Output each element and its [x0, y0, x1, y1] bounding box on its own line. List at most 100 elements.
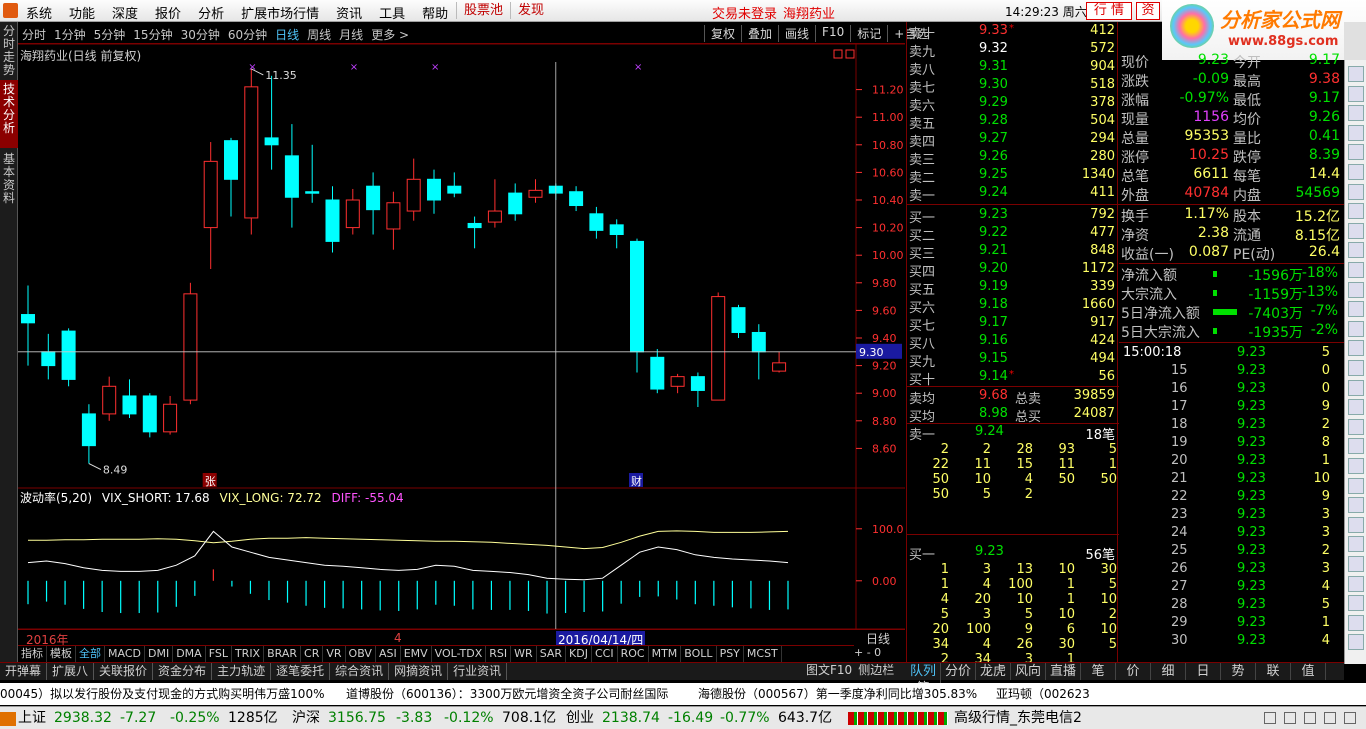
function-tab[interactable]: 网摘资讯 [389, 663, 449, 680]
event-mark-icon[interactable]: × [431, 62, 439, 73]
period-item[interactable]: 更多 > [371, 26, 409, 43]
chart-tool-button[interactable]: 复权 [704, 25, 741, 42]
panel-tab[interactable]: 值 [1291, 663, 1326, 680]
menu-item[interactable]: 扩展市场行情 [241, 3, 319, 22]
window-icon-3[interactable] [1304, 712, 1316, 724]
book-row[interactable]: 买四 9.20 1172 [907, 261, 1119, 280]
period-item[interactable]: 日线 [275, 26, 299, 43]
candle-body[interactable] [751, 331, 766, 353]
panel-tab[interactable]: 分价 [941, 663, 976, 680]
candle-body[interactable] [264, 137, 279, 146]
menu-item[interactable]: 深度 [112, 3, 138, 22]
book-row[interactable]: 卖十 9.33 * 412 [907, 23, 1119, 42]
tool-icon[interactable] [1348, 497, 1364, 514]
red-menu-item[interactable]: 发现 [510, 2, 551, 19]
candle-body[interactable] [142, 395, 157, 433]
candle-body[interactable] [163, 403, 178, 433]
period-item[interactable]: 分时 [22, 26, 46, 43]
candle-body[interactable] [650, 356, 665, 390]
chart-tool-button[interactable]: F10 [815, 25, 850, 42]
chart-option-icon[interactable] [833, 49, 843, 59]
tool-icon[interactable] [1348, 222, 1364, 239]
left-tab[interactable]: 技术分析 [0, 80, 18, 148]
book-row[interactable]: 卖一 9.24 411 [907, 185, 1119, 204]
menu-item[interactable]: 功能 [69, 3, 95, 22]
tool-icon[interactable] [1348, 556, 1364, 572]
candle-body[interactable] [183, 293, 198, 401]
menu-item[interactable]: 系统 [26, 3, 52, 22]
tool-icon[interactable] [1348, 438, 1364, 455]
tool-icon[interactable] [1348, 399, 1364, 416]
tool-icon[interactable] [1348, 458, 1364, 474]
period-item[interactable]: 周线 [307, 26, 331, 43]
candle-body[interactable] [609, 224, 624, 235]
info-button[interactable]: 资 [1136, 2, 1160, 20]
tool-icon[interactable] [1348, 575, 1364, 592]
red-menu-item[interactable]: 股票池 [456, 2, 510, 19]
book-row[interactable]: 买五 9.19 339 [907, 279, 1119, 298]
indicator-tab[interactable]: 指标 [18, 646, 47, 662]
period-item[interactable]: 60分钟 [228, 26, 267, 43]
indicator-tab[interactable]: ROC [618, 646, 649, 662]
indicator-tab[interactable]: KDJ [566, 646, 592, 662]
tool-icon[interactable] [1348, 281, 1364, 298]
tool-icon[interactable] [1348, 379, 1364, 396]
candle-body[interactable] [325, 199, 340, 242]
candle-body[interactable] [284, 155, 299, 198]
tool-icon[interactable] [1348, 634, 1364, 651]
indicator-tab[interactable]: MTM [649, 646, 682, 662]
tool-icon[interactable] [1348, 340, 1364, 357]
indicator-tab[interactable]: VOL-TDX [432, 646, 487, 662]
indicator-tab[interactable]: OBV [346, 646, 376, 662]
panel-tab[interactable]: 势 [1221, 663, 1256, 680]
function-tab[interactable]: 逐笔委托 [271, 663, 331, 680]
candle-body[interactable] [345, 199, 360, 229]
indicator-tab[interactable]: WR [511, 646, 537, 662]
function-tab[interactable]: 主力轨迹 [212, 663, 272, 680]
book-row[interactable]: 买八 9.16 424 [907, 333, 1119, 352]
tool-icon[interactable] [1348, 164, 1364, 180]
candle-body[interactable] [508, 192, 523, 215]
candle-body[interactable] [203, 160, 218, 229]
panel-tab[interactable]: 直播 [1046, 663, 1081, 680]
indicator-tab[interactable]: DMA [173, 646, 206, 662]
book-row[interactable]: 买二 9.22 477 [907, 225, 1119, 244]
book-row[interactable]: 卖六 9.29 378 [907, 95, 1119, 114]
tool-icon[interactable] [1348, 516, 1364, 533]
candle-body[interactable] [21, 314, 35, 324]
indicator-tab[interactable]: CCI [592, 646, 618, 662]
indicator-tab[interactable]: MACD [105, 646, 145, 662]
indicator-tab[interactable]: BRAR [264, 646, 302, 662]
candle-body[interactable] [366, 185, 381, 211]
candle-body[interactable] [528, 189, 543, 198]
left-tab[interactable]: 分时走势 [0, 22, 18, 78]
event-marker[interactable]: 张 [205, 475, 216, 488]
tool-icon[interactable] [1348, 614, 1364, 631]
tool-icon[interactable] [1348, 183, 1364, 200]
candle-body[interactable] [731, 307, 746, 333]
login-status[interactable]: 交易未登录 [712, 3, 777, 22]
indicator-tab[interactable]: DMI [145, 646, 174, 662]
scrollbar[interactable] [1344, 22, 1366, 60]
tool-icon[interactable] [1348, 105, 1364, 122]
panel-tab[interactable]: 价 [1116, 663, 1151, 680]
candle-body[interactable] [467, 222, 482, 229]
tool-icon[interactable] [1348, 203, 1364, 220]
candle-body[interactable] [772, 362, 787, 372]
period-item[interactable]: 月线 [339, 26, 363, 43]
panel-tab[interactable]: 风向 [1011, 663, 1046, 680]
candle-body[interactable] [41, 351, 56, 367]
book-row[interactable]: 卖三 9.26 280 [907, 149, 1119, 168]
tool-icon[interactable] [1348, 320, 1364, 337]
book-row[interactable]: 卖四 9.27 294 [907, 131, 1119, 150]
indicator-tab[interactable]: TRIX [232, 646, 265, 662]
tool-icon[interactable] [1348, 536, 1364, 553]
function-right-item[interactable]: 图文F10 [806, 663, 852, 677]
event-marker[interactable]: 财 [631, 474, 642, 488]
book-row[interactable]: 买六 9.18 1660 [907, 297, 1119, 316]
candle-body[interactable] [711, 296, 726, 401]
period-item[interactable]: 5分钟 [94, 26, 126, 43]
panel-tab[interactable]: 龙虎 [976, 663, 1011, 680]
tool-icon[interactable] [1348, 418, 1364, 435]
candle-body[interactable] [406, 178, 421, 212]
